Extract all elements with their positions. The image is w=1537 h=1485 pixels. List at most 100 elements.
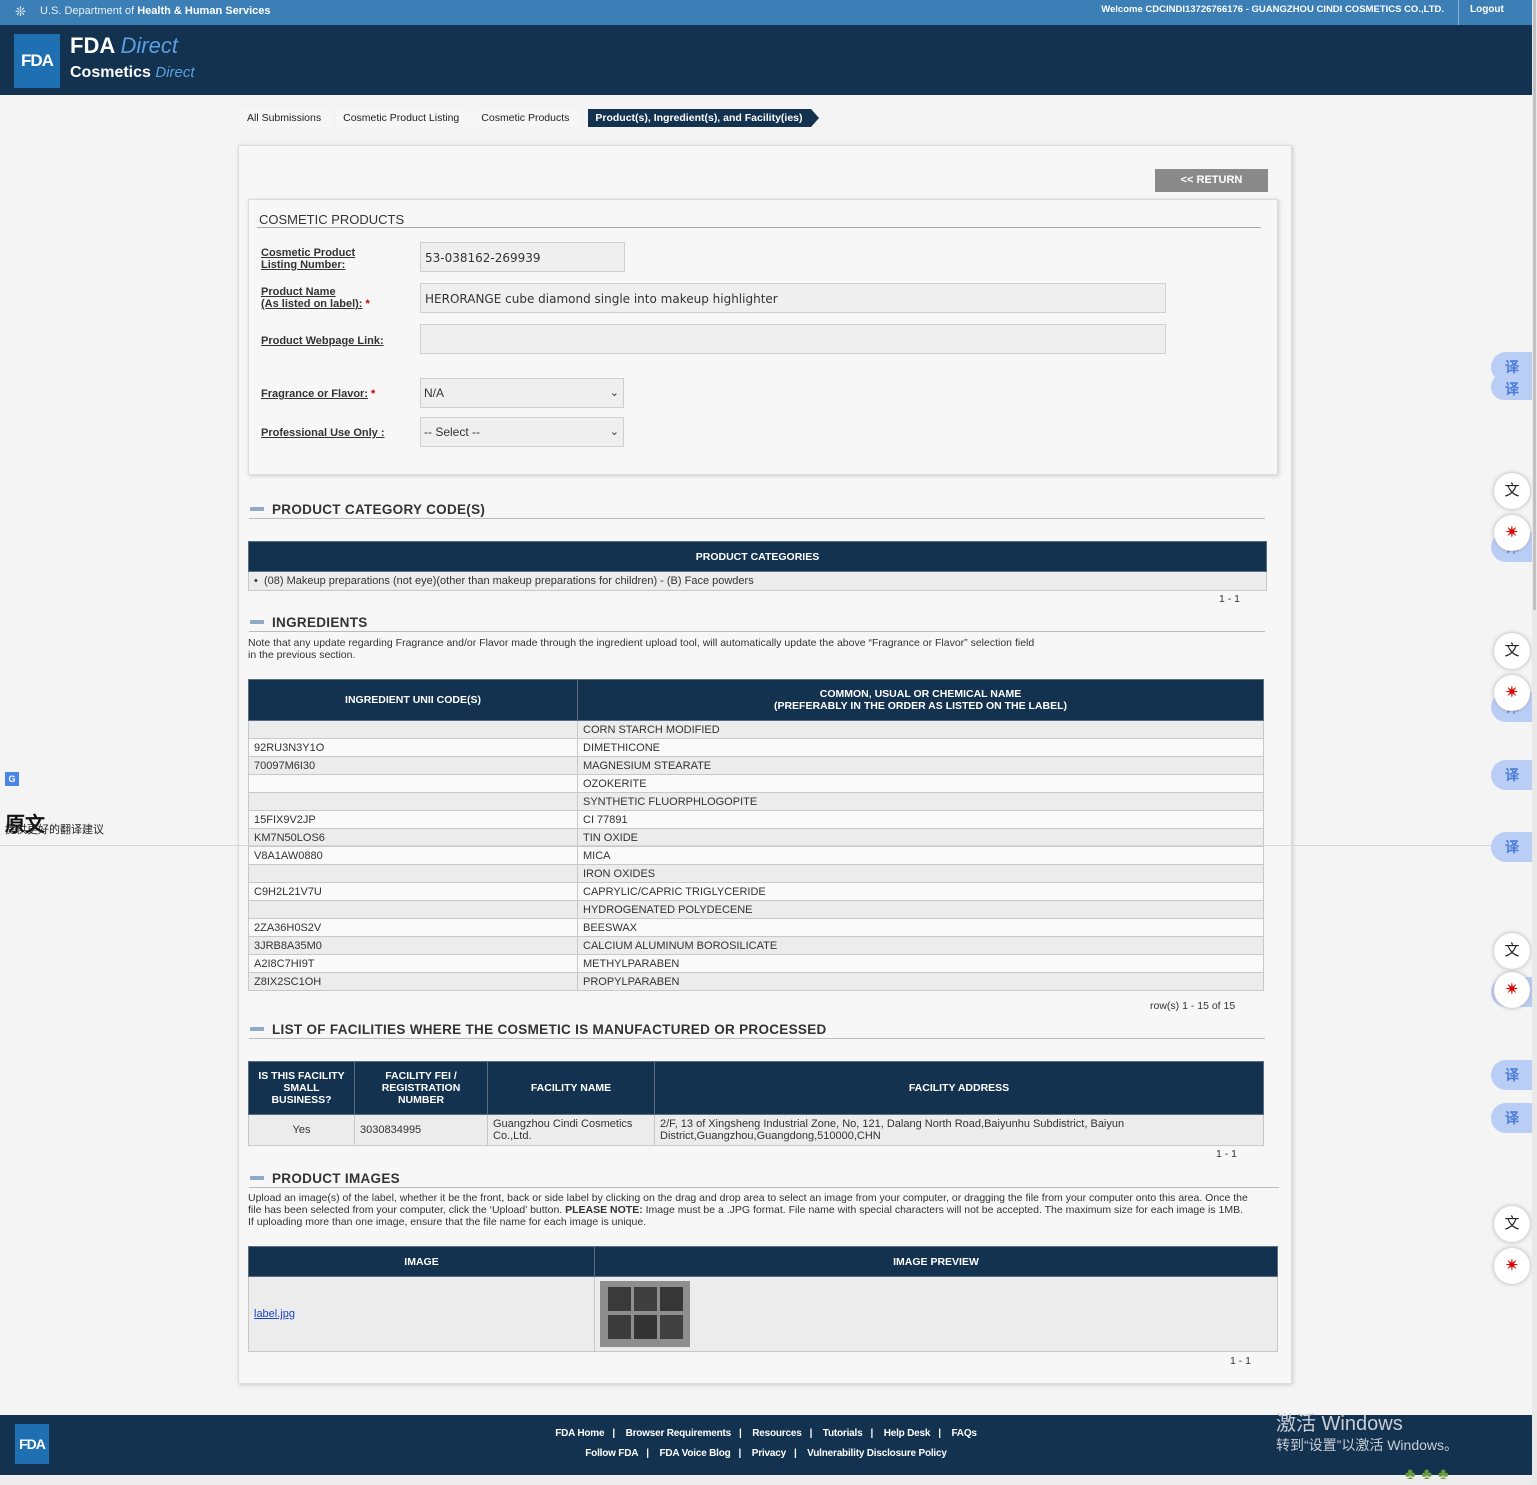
small-business-cell: Yes xyxy=(248,1114,355,1146)
breadcrumb-cosmetic-product-listing[interactable]: Cosmetic Product Listing xyxy=(336,109,471,127)
footer-link-tutorials[interactable]: Tutorials xyxy=(823,1428,863,1439)
images-note: Upload an image(s) of the label, whether… xyxy=(248,1192,1248,1228)
footer-link-vulnerability-disclosure[interactable]: Vulnerability Disclosure Policy xyxy=(807,1448,947,1459)
listing-number-field[interactable]: 53-038162-269939 xyxy=(420,242,625,272)
translate-side-button[interactable]: 译 xyxy=(1491,1060,1533,1090)
ingredient-name-cell: IRON OXIDES xyxy=(577,864,1264,883)
webpage-link-label: Product Webpage Link: xyxy=(261,335,384,347)
translate-side-button[interactable]: 译 xyxy=(1491,1103,1533,1133)
table-row: label.jpg xyxy=(248,1276,1278,1352)
scrollbar-thumb[interactable] xyxy=(1533,0,1536,610)
return-button[interactable]: << RETURN xyxy=(1155,169,1268,192)
product-image-thumbnail[interactable] xyxy=(600,1281,690,1347)
collapse-icon[interactable] xyxy=(250,1026,264,1031)
unii-code-cell: Z8IX2SC1OH xyxy=(248,972,578,991)
table-row: HYDROGENATED POLYDECENE xyxy=(248,900,1264,919)
table-row: 15FIX9V2JP CI 77891 xyxy=(248,810,1264,829)
unii-code-cell: 3JRB8A35M0 xyxy=(248,936,578,955)
ingredients-note: Note that any update regarding Fragrance… xyxy=(248,637,1035,661)
ingredients-table: INGREDIENT UNII CODE(S) COMMON, USUAL OR… xyxy=(248,679,1264,991)
ingredient-name-cell: OZOKERITE xyxy=(577,774,1264,793)
product-name-field[interactable]: HERORANGE cube diamond single into makeu… xyxy=(420,283,1166,313)
professional-use-label: Professional Use Only : xyxy=(261,427,385,439)
collapse-icon[interactable] xyxy=(250,619,264,624)
translate-icon[interactable]: G xyxy=(5,772,19,786)
images-table: IMAGE IMAGE PREVIEW label.jpg xyxy=(248,1246,1278,1352)
horizontal-scrollbar[interactable] xyxy=(0,1476,1532,1485)
translate-language-icon[interactable]: 文 xyxy=(1494,1206,1530,1242)
column-header: IS THIS FACILITY SMALL BUSINESS? xyxy=(248,1061,355,1115)
unii-code-cell: 70097M6I30 xyxy=(248,756,578,775)
ingredient-name-cell: HYDROGENATED POLYDECENE xyxy=(577,900,1264,919)
ingredient-name-cell: CALCIUM ALUMINUM BOROSILICATE xyxy=(577,936,1264,955)
translation-suggest-label[interactable]: 提供更好的翻译建议 xyxy=(5,821,104,837)
table-row: 92RU3N3Y1O DIMETHICONE xyxy=(248,738,1264,757)
professional-use-select[interactable]: -- Select -- ⌄ xyxy=(420,417,624,447)
fda-logo[interactable]: FDA xyxy=(14,34,60,88)
required-marker: * xyxy=(365,298,370,310)
facility-name-cell: Guangzhou Cindi Cosmetics Co.,Ltd. xyxy=(487,1114,655,1146)
translate-language-icon[interactable]: 文 xyxy=(1494,473,1530,509)
divider xyxy=(0,845,1537,846)
table-row: IRON OXIDES xyxy=(248,864,1264,883)
translate-side-button[interactable]: 译 xyxy=(1491,760,1533,790)
hhs-eagle-icon: ❊ xyxy=(15,4,26,19)
categories-table: PRODUCT CATEGORIES • (08) Makeup prepara… xyxy=(248,541,1267,591)
divider xyxy=(249,631,1265,632)
pagination-info: 1 - 1 xyxy=(1216,1148,1238,1160)
bullet-icon: • xyxy=(254,575,264,587)
translate-network-icon[interactable]: ✴ xyxy=(1494,972,1530,1008)
column-header: FACILITY ADDRESS xyxy=(654,1061,1264,1115)
column-header: IMAGE PREVIEW xyxy=(594,1246,1278,1277)
ingredients-section-title: INGREDIENTS xyxy=(250,615,368,630)
footer-link-follow-fda[interactable]: Follow FDA xyxy=(585,1448,638,1459)
footer-link-fda-voice-blog[interactable]: FDA Voice Blog xyxy=(659,1448,730,1459)
ingredient-name-cell: TIN OXIDE xyxy=(577,828,1264,847)
translate-network-icon[interactable]: ✴ xyxy=(1494,1248,1530,1284)
footer-link-fda-home[interactable]: FDA Home xyxy=(555,1428,604,1439)
translate-language-icon[interactable]: 文 xyxy=(1494,933,1530,969)
unii-code-cell xyxy=(248,774,578,793)
translate-network-icon[interactable]: ✴ xyxy=(1494,675,1530,711)
cosmetics-direct-brand: Cosmetics Direct xyxy=(70,64,195,81)
collapse-icon[interactable] xyxy=(250,506,264,511)
ingredient-name-cell: CORN STARCH MODIFIED xyxy=(577,720,1264,739)
column-header: INGREDIENT UNII CODE(S) xyxy=(248,679,578,721)
fragrance-select[interactable]: N/A ⌄ xyxy=(420,378,624,408)
column-header: FACILITY NAME xyxy=(487,1061,655,1115)
main-panel: << RETURN COSMETIC PRODUCTS Cosmetic Pro… xyxy=(238,145,1292,1384)
table-row: V8A1AW0880 MICA xyxy=(248,846,1264,865)
divider xyxy=(257,227,1261,228)
unii-code-cell xyxy=(248,900,578,919)
facility-address-cell: 2/F, 13 of Xingsheng Industrial Zone, No… xyxy=(654,1114,1264,1146)
footer-link-help-desk[interactable]: Help Desk xyxy=(884,1428,931,1439)
translate-side-button[interactable]: 译 xyxy=(1491,832,1533,862)
logout-link[interactable]: Logout xyxy=(1470,4,1504,15)
table-row: CORN STARCH MODIFIED xyxy=(248,720,1264,739)
category-section-title: PRODUCT CATEGORY CODE(S) xyxy=(250,502,485,517)
translate-language-icon[interactable]: 文 xyxy=(1494,633,1530,669)
divider xyxy=(249,518,1265,519)
image-file-link[interactable]: label.jpg xyxy=(254,1308,295,1320)
footer-link-faqs[interactable]: FAQs xyxy=(951,1428,977,1439)
breadcrumb-all-submissions[interactable]: All Submissions xyxy=(240,109,333,127)
unii-code-cell: 15FIX9V2JP xyxy=(248,810,578,829)
table-row: A2I8C7HI9T METHYLPARABEN xyxy=(248,954,1264,973)
table-row: • (08) Makeup preparations (not eye)(oth… xyxy=(248,571,1267,591)
footer-link-browser-requirements[interactable]: Browser Requirements xyxy=(626,1428,732,1439)
collapse-icon[interactable] xyxy=(250,1175,264,1180)
webpage-link-field[interactable] xyxy=(420,324,1166,354)
ingredient-name-cell: BEESWAX xyxy=(577,918,1264,937)
ingredient-name-cell: PROPYLPARABEN xyxy=(577,972,1264,991)
footer-link-privacy[interactable]: Privacy xyxy=(752,1448,786,1459)
unii-code-cell xyxy=(248,792,578,811)
translate-side-button[interactable]: 译 xyxy=(1491,374,1533,400)
translate-network-icon[interactable]: ✴ xyxy=(1494,515,1530,551)
fda-direct-brand: FDA Direct xyxy=(70,33,178,58)
table-row: OZOKERITE xyxy=(248,774,1264,793)
ingredient-name-cell: SYNTHETIC FLUORPHLOGOPITE xyxy=(577,792,1264,811)
breadcrumb-cosmetic-products[interactable]: Cosmetic Products xyxy=(474,109,581,127)
chevron-down-icon: ⌄ xyxy=(609,426,619,438)
footer-link-resources[interactable]: Resources xyxy=(752,1428,802,1439)
required-marker: * xyxy=(370,388,376,400)
